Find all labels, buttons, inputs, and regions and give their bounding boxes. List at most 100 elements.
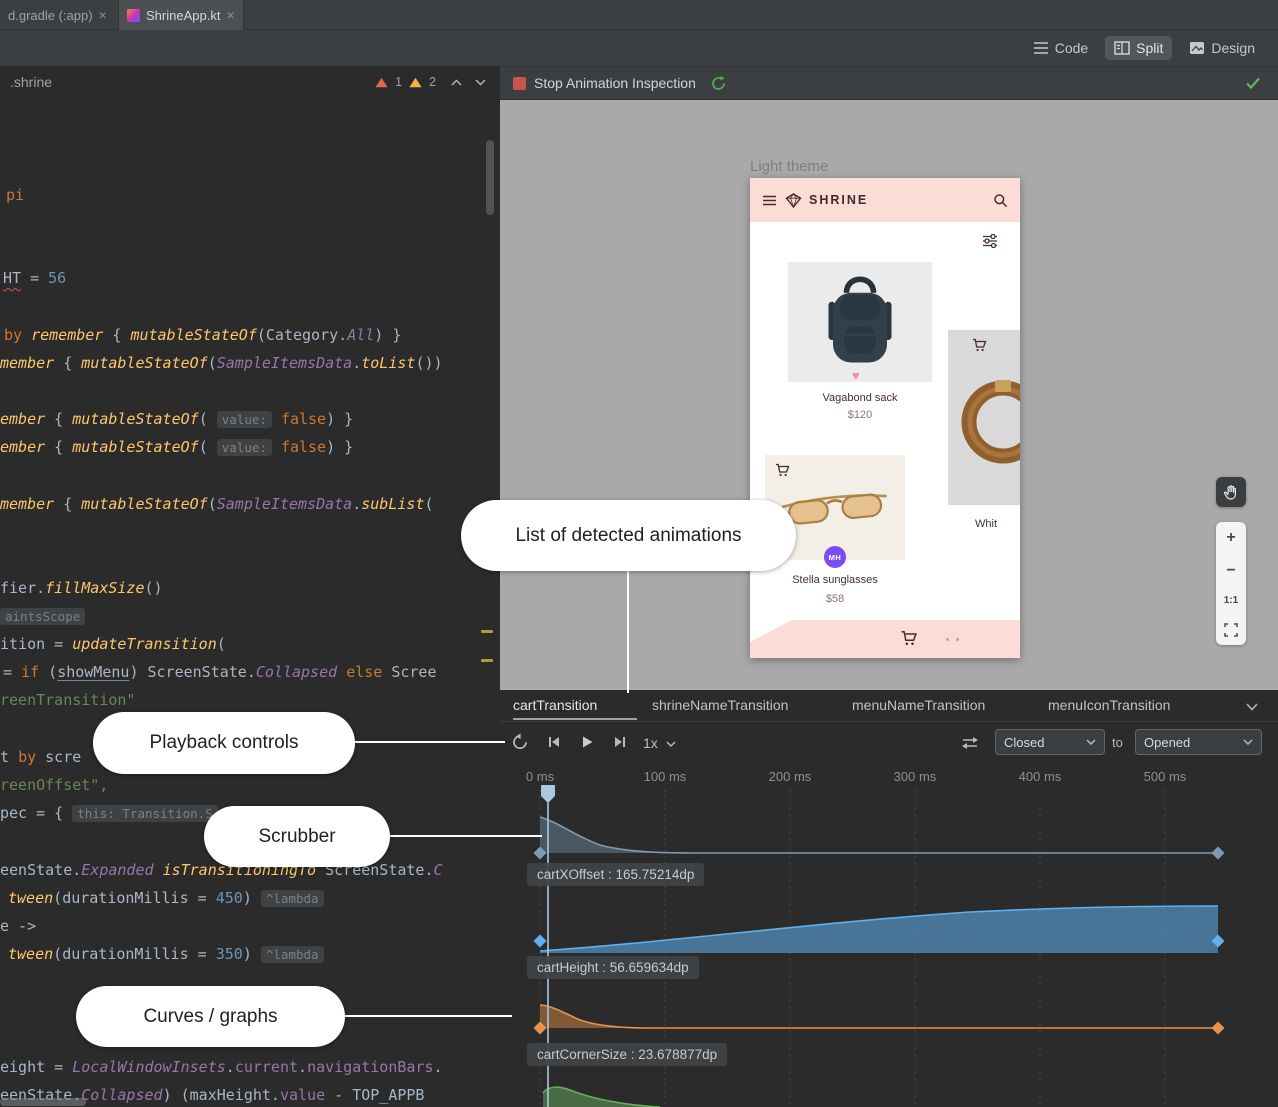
combo-chevron-down-icon: [1243, 739, 1253, 745]
code-lines: piHT = 56by remember { mutableStateOf(Ca…: [0, 66, 500, 1107]
callout-animations-list: List of detected animations: [461, 500, 796, 571]
swap-icon: [961, 736, 979, 750]
backpack-illustration: [815, 268, 905, 376]
design-view-button[interactable]: Design: [1180, 36, 1264, 60]
shrine-logo-icon: [785, 193, 802, 208]
tabs-overflow-chevron-icon[interactable]: [1246, 703, 1258, 711]
split-view-label: Split: [1136, 40, 1163, 56]
animation-tab-menuIconTransition[interactable]: menuIconTransition: [1048, 697, 1170, 713]
cart-icon[interactable]: [900, 630, 918, 646]
menu-icon[interactable]: [762, 195, 777, 206]
add-to-cart-icon[interactable]: [775, 463, 790, 477]
zoom-in-button[interactable]: +: [1226, 530, 1235, 546]
speed-chevron-down-icon[interactable]: [666, 741, 676, 747]
code-line: reenOffset",: [0, 771, 108, 799]
scrubber-handle[interactable]: [541, 785, 555, 803]
tab-build-gradle[interactable]: d.gradle (:app) ×: [0, 0, 119, 30]
code-line: = if (showMenu) ScreenState.Collapsed el…: [3, 658, 437, 686]
android-studio-window: d.gradle (:app) × ShrineApp.kt × Code Sp…: [0, 0, 1278, 1107]
product-image-belt[interactable]: [948, 330, 1020, 505]
refresh-icon[interactable]: [710, 75, 727, 92]
cart-item-dot: [946, 638, 949, 641]
code-line: t by scre: [0, 743, 81, 771]
keyframe-diamond[interactable]: [534, 935, 547, 948]
file-tab-bar: d.gradle (:app) × ShrineApp.kt ×: [0, 0, 1278, 30]
code-line: ember { mutableStateOf( value: false) }: [0, 405, 353, 433]
code-line: member { mutableStateOf(SampleItemsData.…: [0, 490, 434, 518]
animation-tab-menuNameTransition[interactable]: menuNameTransition: [852, 697, 985, 713]
code-view-button[interactable]: Code: [1024, 36, 1097, 60]
code-line: e ->: [0, 912, 36, 940]
swap-states-button[interactable]: [958, 731, 982, 755]
zoom-to-fit-icon[interactable]: [1224, 623, 1238, 637]
animation-tab-cartTransition[interactable]: cartTransition: [513, 697, 597, 713]
keyframe-diamond[interactable]: [1212, 847, 1225, 860]
zoom-1-1-button[interactable]: 1:1: [1224, 596, 1238, 606]
playback-speed-dropdown[interactable]: 1x: [643, 735, 658, 751]
add-to-cart-icon[interactable]: [972, 338, 987, 352]
product-name: Vagabond sack: [788, 392, 932, 404]
curve-cartCornerSize-line: [540, 1005, 1218, 1028]
warning-stripe-mark[interactable]: [481, 659, 493, 662]
curve-cartCornerSize-fill: [540, 1005, 1218, 1028]
animation-tab-shrineNameTransition[interactable]: shrineNameTransition: [652, 697, 788, 713]
cart-bottom-sheet[interactable]: [750, 620, 1020, 658]
zoom-out-button[interactable]: −: [1226, 563, 1235, 579]
keyframe-diamond[interactable]: [1212, 1022, 1225, 1035]
curve-cartXOffset-fill: [540, 817, 1218, 853]
skip-to-start-button[interactable]: [542, 730, 566, 754]
code-line: fier.fillMaxSize(): [0, 574, 163, 602]
split-view-button[interactable]: Split: [1105, 36, 1172, 60]
close-icon[interactable]: ×: [99, 8, 107, 22]
skip-to-end-button[interactable]: [608, 730, 632, 754]
editor-mode-toolbar: Code Split Design: [0, 30, 1278, 66]
callout-connector-line: [390, 835, 542, 837]
from-state-combobox[interactable]: Closed: [995, 729, 1105, 755]
product-price: $120: [788, 409, 932, 421]
stop-animation-inspection-button[interactable]: Stop Animation Inspection: [500, 75, 696, 91]
search-icon[interactable]: [993, 193, 1008, 208]
code-view-label: Code: [1055, 40, 1088, 56]
close-icon[interactable]: ×: [226, 8, 234, 22]
code-line: HT = 56: [3, 264, 66, 292]
code-line: tween(durationMillis = 450) ^lambda: [8, 884, 324, 912]
belt-illustration: [948, 330, 1020, 505]
code-line: eight = LocalWindowInsets.current.naviga…: [0, 1053, 443, 1081]
shrine-app-preview: SHRINE ♥ Vagabond sack $120: [750, 178, 1020, 658]
editor-scrollbar[interactable]: [486, 140, 494, 215]
skip-to-end-icon: [612, 734, 628, 750]
pan-button[interactable]: [1216, 477, 1246, 507]
callout-connector-line: [355, 741, 505, 743]
to-state-combobox[interactable]: Opened: [1135, 729, 1262, 755]
tab-label: ShrineApp.kt: [146, 8, 220, 23]
restart-button[interactable]: [508, 730, 532, 754]
curve-cartXOffset-line: [540, 817, 1218, 853]
code-line: ember { mutableStateOf( value: false) }: [0, 433, 353, 461]
tab-shrineapp[interactable]: ShrineApp.kt ×: [119, 0, 244, 30]
split-view-icon: [1114, 41, 1130, 55]
to-state-value: Opened: [1144, 735, 1190, 750]
brand-badge: MH: [824, 546, 846, 568]
animation-inspection-toolbar: Stop Animation Inspection: [500, 66, 1278, 100]
callout-playback-controls: Playback controls: [93, 712, 355, 774]
code-line: aintsScope: [0, 602, 85, 630]
curve-value-chip: cartHeight : 56.659634dp: [527, 956, 699, 979]
play-button[interactable]: [575, 730, 599, 754]
restart-icon: [511, 733, 529, 751]
shrine-app-bar: SHRINE: [750, 178, 1020, 222]
zoom-controls: + − 1:1: [1216, 522, 1246, 645]
warning-stripe-mark[interactable]: [481, 630, 493, 633]
callout-connector-line: [627, 571, 629, 693]
combo-chevron-down-icon: [1086, 739, 1096, 745]
curve-green-fill: [543, 1087, 660, 1107]
tab-label: d.gradle (:app): [8, 8, 93, 23]
editor-horizontal-scrollbar[interactable]: [0, 1098, 86, 1106]
play-icon: [579, 734, 595, 750]
filter-icon[interactable]: [982, 234, 998, 248]
curve-cartHeight-fill: [540, 906, 1218, 953]
skip-to-start-icon: [546, 734, 562, 750]
design-view-label: Design: [1211, 40, 1255, 56]
cart-item-dot: [956, 638, 959, 641]
tabrow-divider: [500, 721, 1278, 722]
product-image-backpack[interactable]: [788, 262, 932, 382]
